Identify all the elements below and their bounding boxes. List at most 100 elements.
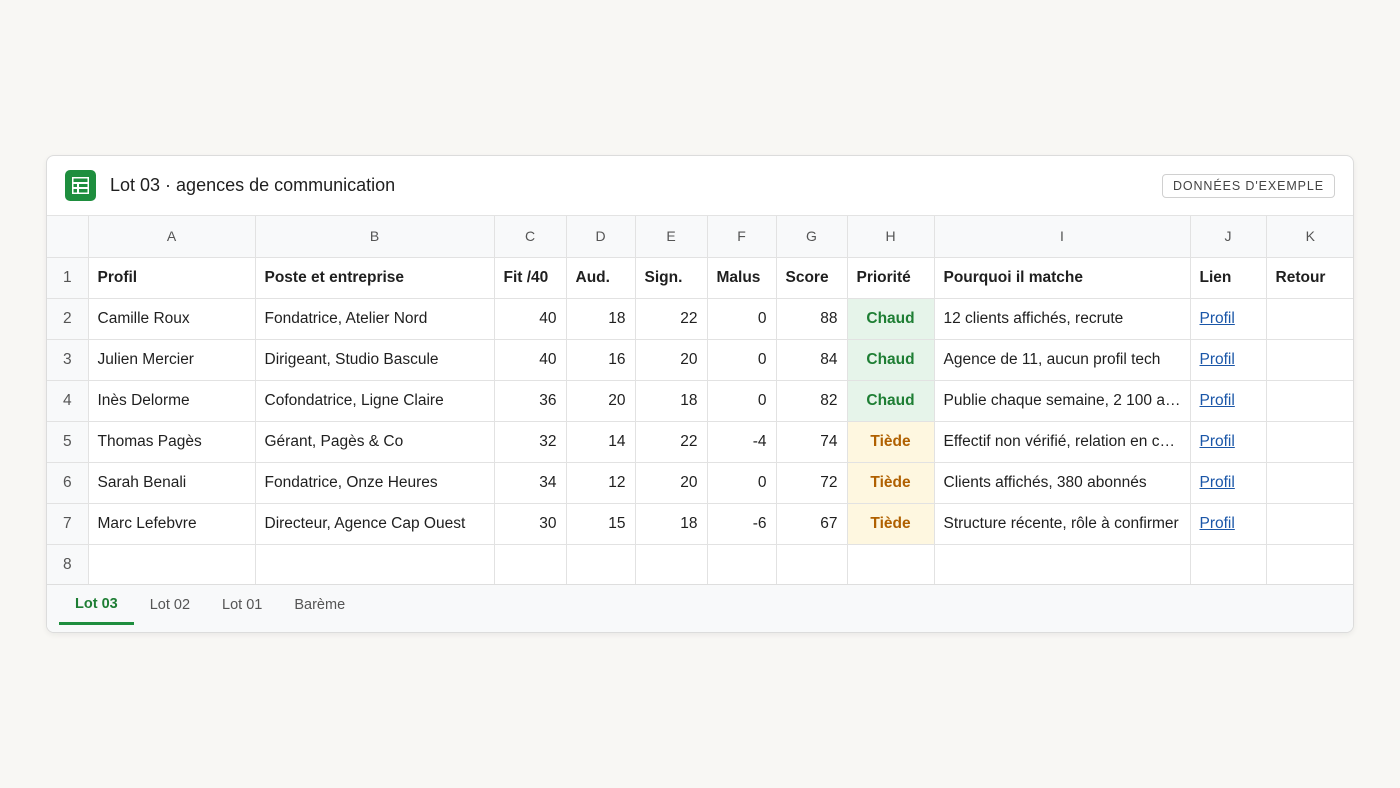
- cell-score[interactable]: 84: [775, 338, 848, 381]
- cell-aud[interactable]: 16: [565, 338, 636, 381]
- cell-fit[interactable]: 32: [493, 420, 567, 463]
- cell-aud[interactable]: 18: [565, 297, 636, 340]
- cell-fit[interactable]: 36: [493, 379, 567, 422]
- cell-poste[interactable]: Cofondatrice, Ligne Claire: [254, 379, 495, 422]
- profile-link[interactable]: Profil: [1200, 433, 1235, 450]
- row-number[interactable]: 1: [47, 256, 89, 299]
- cell-priorite[interactable]: Tiède: [846, 461, 935, 504]
- select-all-corner[interactable]: [47, 216, 89, 258]
- profile-link[interactable]: Profil: [1200, 392, 1235, 409]
- cell-profil[interactable]: Inès Delorme: [87, 379, 256, 422]
- cell-lien[interactable]: Profil: [1189, 379, 1267, 422]
- profile-link[interactable]: Profil: [1200, 351, 1235, 368]
- column-header-c[interactable]: C: [493, 216, 567, 258]
- cell-lien[interactable]: Profil: [1189, 338, 1267, 381]
- cell-priorite[interactable]: Tiède: [846, 420, 935, 463]
- cell-score[interactable]: 67: [775, 502, 848, 545]
- cell-pourquoi[interactable]: Agence de 11, aucun profil tech: [933, 338, 1191, 381]
- header-cell[interactable]: Score: [775, 256, 848, 299]
- cell-sign[interactable]: 18: [634, 502, 708, 545]
- column-header-e[interactable]: E: [634, 216, 708, 258]
- cell-pourquoi[interactable]: Clients affichés, 380 abonnés: [933, 461, 1191, 504]
- sheet-tab[interactable]: Lot 02: [134, 585, 206, 625]
- header-cell[interactable]: Retour: [1265, 256, 1353, 299]
- cell-fit[interactable]: 34: [493, 461, 567, 504]
- profile-link[interactable]: Profil: [1200, 515, 1235, 532]
- column-header-f[interactable]: F: [706, 216, 777, 258]
- empty-cell[interactable]: [1265, 543, 1353, 586]
- cell-profil[interactable]: Camille Roux: [87, 297, 256, 340]
- cell-aud[interactable]: 20: [565, 379, 636, 422]
- cell-malus[interactable]: 0: [706, 461, 777, 504]
- cell-profil[interactable]: Sarah Benali: [87, 461, 256, 504]
- header-cell[interactable]: Poste et entreprise: [254, 256, 495, 299]
- sheets-icon[interactable]: [65, 170, 96, 201]
- empty-cell[interactable]: [775, 543, 848, 586]
- cell-priorite[interactable]: Chaud: [846, 379, 935, 422]
- empty-cell[interactable]: [87, 543, 256, 586]
- cell-fit[interactable]: 40: [493, 338, 567, 381]
- document-title[interactable]: Lot 03 · agences de communication: [110, 175, 395, 196]
- header-cell[interactable]: Sign.: [634, 256, 708, 299]
- cell-retour[interactable]: [1265, 420, 1353, 463]
- cell-lien[interactable]: Profil: [1189, 502, 1267, 545]
- cell-lien[interactable]: Profil: [1189, 297, 1267, 340]
- empty-cell[interactable]: [706, 543, 777, 586]
- cell-poste[interactable]: Directeur, Agence Cap Ouest: [254, 502, 495, 545]
- cell-malus[interactable]: -6: [706, 502, 777, 545]
- column-header-j[interactable]: J: [1189, 216, 1267, 258]
- empty-cell[interactable]: [493, 543, 567, 586]
- cell-poste[interactable]: Gérant, Pagès & Co: [254, 420, 495, 463]
- column-header-h[interactable]: H: [846, 216, 935, 258]
- empty-cell[interactable]: [565, 543, 636, 586]
- cell-pourquoi[interactable]: 12 clients affichés, recrute: [933, 297, 1191, 340]
- cell-pourquoi[interactable]: Publie chaque semaine, 2 100 abonnés: [933, 379, 1191, 422]
- cell-malus[interactable]: 0: [706, 338, 777, 381]
- cell-fit[interactable]: 30: [493, 502, 567, 545]
- cell-aud[interactable]: 15: [565, 502, 636, 545]
- column-header-k[interactable]: K: [1265, 216, 1353, 258]
- row-number[interactable]: 2: [47, 297, 89, 340]
- header-cell[interactable]: Aud.: [565, 256, 636, 299]
- cell-sign[interactable]: 18: [634, 379, 708, 422]
- header-cell[interactable]: Priorité: [846, 256, 935, 299]
- cell-fit[interactable]: 40: [493, 297, 567, 340]
- cell-retour[interactable]: [1265, 297, 1353, 340]
- sheet-tab[interactable]: Lot 01: [206, 585, 278, 625]
- cell-priorite[interactable]: Tiède: [846, 502, 935, 545]
- header-cell[interactable]: Malus: [706, 256, 777, 299]
- column-header-d[interactable]: D: [565, 216, 636, 258]
- cell-malus[interactable]: 0: [706, 297, 777, 340]
- cell-lien[interactable]: Profil: [1189, 461, 1267, 504]
- cell-score[interactable]: 88: [775, 297, 848, 340]
- cell-malus[interactable]: 0: [706, 379, 777, 422]
- cell-pourquoi[interactable]: Effectif non vérifié, relation en commun: [933, 420, 1191, 463]
- header-cell[interactable]: Profil: [87, 256, 256, 299]
- profile-link[interactable]: Profil: [1200, 474, 1235, 491]
- cell-poste[interactable]: Fondatrice, Atelier Nord: [254, 297, 495, 340]
- cell-retour[interactable]: [1265, 461, 1353, 504]
- row-number[interactable]: 3: [47, 338, 89, 381]
- cell-sign[interactable]: 20: [634, 338, 708, 381]
- row-number[interactable]: 4: [47, 379, 89, 422]
- header-cell[interactable]: Pourquoi il matche: [933, 256, 1191, 299]
- cell-aud[interactable]: 12: [565, 461, 636, 504]
- sheet-tab[interactable]: Barème: [278, 585, 361, 625]
- empty-cell[interactable]: [634, 543, 708, 586]
- cell-score[interactable]: 72: [775, 461, 848, 504]
- cell-aud[interactable]: 14: [565, 420, 636, 463]
- cell-poste[interactable]: Dirigeant, Studio Bascule: [254, 338, 495, 381]
- empty-cell[interactable]: [933, 543, 1191, 586]
- header-cell[interactable]: Fit /40: [493, 256, 567, 299]
- sheet-tab[interactable]: Lot 03: [59, 585, 134, 625]
- cell-score[interactable]: 82: [775, 379, 848, 422]
- profile-link[interactable]: Profil: [1200, 310, 1235, 327]
- cell-lien[interactable]: Profil: [1189, 420, 1267, 463]
- row-number[interactable]: 7: [47, 502, 89, 545]
- cell-poste[interactable]: Fondatrice, Onze Heures: [254, 461, 495, 504]
- cell-malus[interactable]: -4: [706, 420, 777, 463]
- cell-retour[interactable]: [1265, 379, 1353, 422]
- empty-cell[interactable]: [254, 543, 495, 586]
- cell-priorite[interactable]: Chaud: [846, 297, 935, 340]
- cell-sign[interactable]: 22: [634, 297, 708, 340]
